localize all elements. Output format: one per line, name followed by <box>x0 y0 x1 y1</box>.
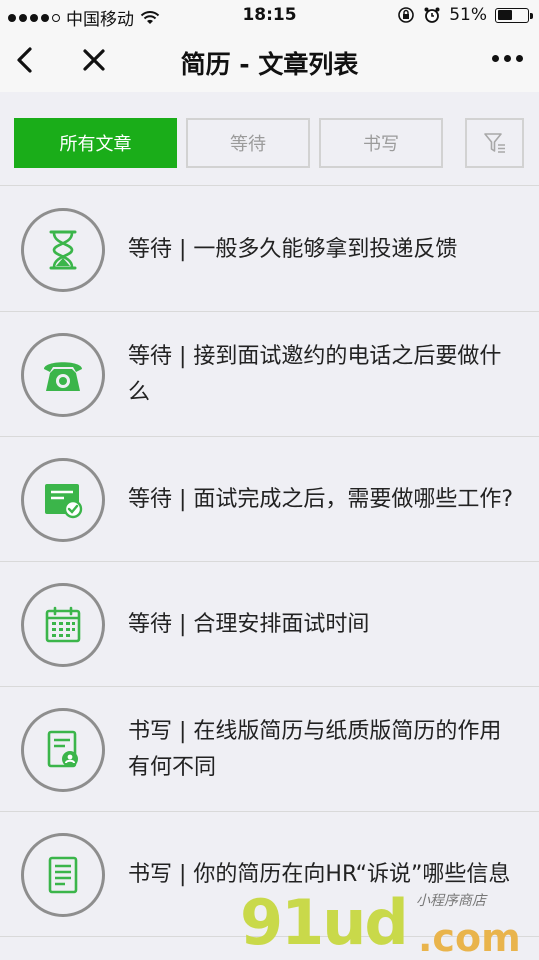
navigation-bar: 简历 - 文章列表 <box>0 30 539 92</box>
article-title: 等待 | 面试完成之后，需要做哪些工作? <box>128 486 514 512</box>
watermark: 91ud 小程序商店 .com <box>240 886 539 960</box>
icon-badge <box>21 208 105 292</box>
article-title: 等待 | 一般多久能够拿到投递反馈 <box>128 236 458 262</box>
rotation-lock-icon <box>398 7 415 23</box>
alarm-icon <box>424 7 440 23</box>
status-right-group: 51% <box>397 5 533 25</box>
icon-badge <box>21 583 105 667</box>
list-item[interactable]: 等待 | 合理安排面试时间 <box>0 562 539 687</box>
icon-badge <box>21 833 105 917</box>
tab-waiting[interactable]: 等待 <box>186 118 310 168</box>
watermark-tagline: 小程序商店 <box>416 893 486 909</box>
status-bar: 中国移动 18:15 51% <box>0 0 539 30</box>
list-item[interactable]: 等待 | 接到面试邀约的电话之后要做什么 <box>0 312 539 437</box>
article-title: 书写 | 在线版简历与纸质版简历的作用有何不同 <box>128 718 502 780</box>
battery-icon <box>495 7 533 23</box>
icon-badge <box>21 458 105 542</box>
task-check-icon <box>45 484 83 519</box>
icon-badge <box>21 333 105 417</box>
resume-badge-icon <box>47 730 78 768</box>
document-lines-icon <box>48 856 78 894</box>
list-item[interactable]: 书写 | 在线版简历与纸质版简历的作用有何不同 <box>0 687 539 812</box>
tab-all-articles[interactable]: 所有文章 <box>14 118 177 168</box>
funnel-filter-icon <box>483 133 505 153</box>
battery-percent: 51% <box>449 5 487 25</box>
tab-writing[interactable]: 书写 <box>319 118 443 168</box>
watermark-domain: .com <box>418 916 521 960</box>
page-title: 简历 - 文章列表 <box>180 50 359 79</box>
list-item[interactable]: 等待 | 面试完成之后，需要做哪些工作? <box>0 437 539 562</box>
calendar-icon <box>45 606 81 643</box>
hourglass-icon <box>49 230 77 270</box>
list-item[interactable]: 等待 | 一般多久能够拿到投递反馈 <box>0 187 539 312</box>
article-title: 等待 | 接到面试邀约的电话之后要做什么 <box>128 343 502 405</box>
article-list: 等待 | 一般多久能够拿到投递反馈 等待 | 接到面试邀约的电话之后要做什么 等… <box>0 187 539 937</box>
icon-badge <box>21 708 105 792</box>
watermark-logo: 91ud <box>240 886 409 959</box>
more-dots-icon[interactable] <box>492 55 523 62</box>
telephone-icon <box>44 362 82 391</box>
article-title: 等待 | 合理安排面试时间 <box>128 611 370 637</box>
filter-bar: 所有文章 等待 书写 <box>0 92 539 186</box>
filter-button[interactable] <box>465 118 524 168</box>
